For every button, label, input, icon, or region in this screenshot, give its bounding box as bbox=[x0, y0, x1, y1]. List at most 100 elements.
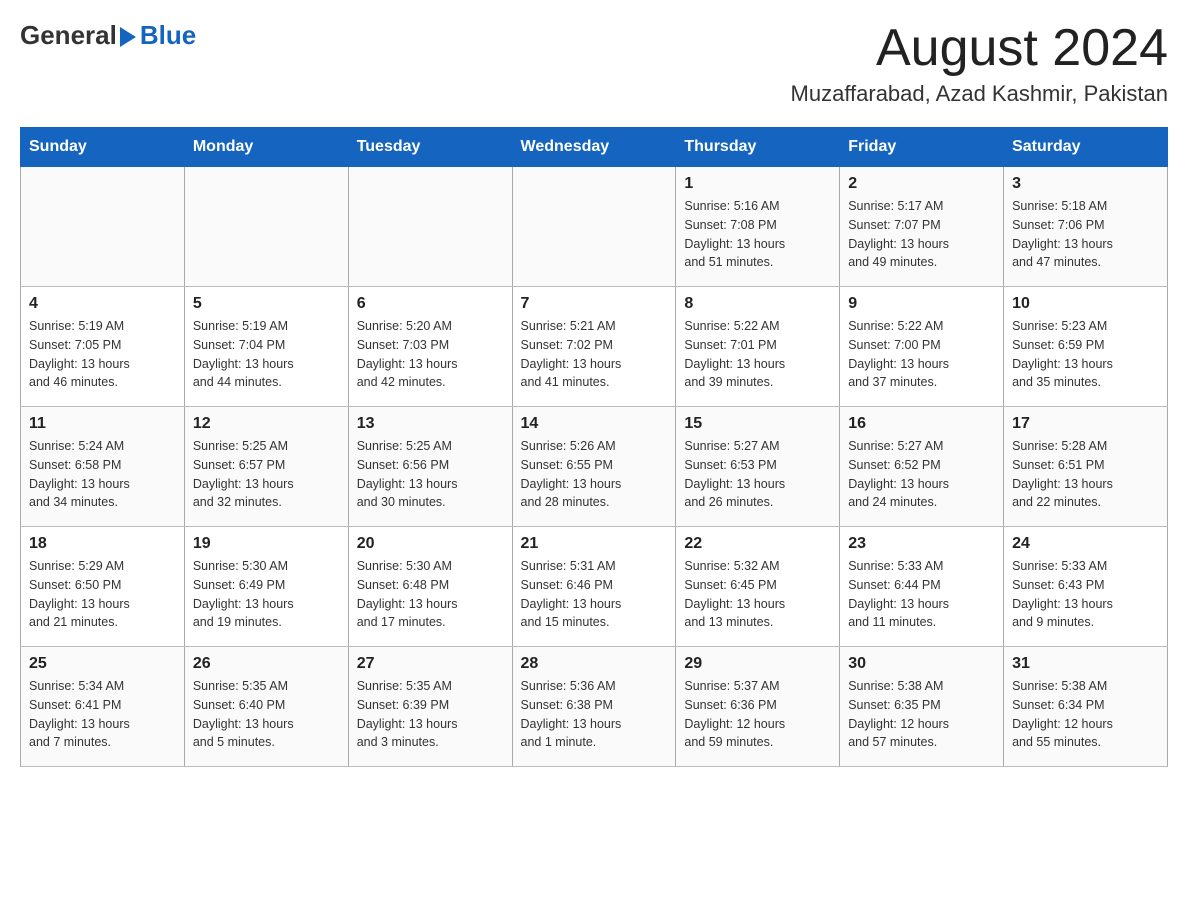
calendar-week-4: 18 Sunrise: 5:29 AM Sunset: 6:50 PM Dayli… bbox=[21, 527, 1168, 647]
day-info: Sunrise: 5:28 AM Sunset: 6:51 PM Dayligh… bbox=[1012, 437, 1159, 512]
day-info: Sunrise: 5:22 AM Sunset: 7:00 PM Dayligh… bbox=[848, 317, 995, 392]
weekday-header-tuesday: Tuesday bbox=[348, 128, 512, 167]
weekday-header-sunday: Sunday bbox=[21, 128, 185, 167]
day-info: Sunrise: 5:20 AM Sunset: 7:03 PM Dayligh… bbox=[357, 317, 504, 392]
page-title: August 2024 bbox=[791, 20, 1168, 77]
day-info: Sunrise: 5:19 AM Sunset: 7:04 PM Dayligh… bbox=[193, 317, 340, 392]
calendar-cell: 28Sunrise: 5:36 AM Sunset: 6:38 PM Dayli… bbox=[512, 647, 676, 767]
day-info: Sunrise: 5:31 AM Sunset: 6:46 PM Dayligh… bbox=[521, 557, 668, 632]
day-number: 18 bbox=[29, 535, 176, 553]
calendar-cell: 3 Sunrise: 5:18 AM Sunset: 7:06 PM Daylig… bbox=[1004, 167, 1168, 287]
day-info: Sunrise: 5:16 AM Sunset: 7:08 PM Dayligh… bbox=[684, 197, 831, 272]
day-info: Sunrise: 5:21 AM Sunset: 7:02 PM Dayligh… bbox=[521, 317, 668, 392]
day-info: Sunrise: 5:29 AM Sunset: 6:50 PM Dayligh… bbox=[29, 557, 176, 632]
day-number: 11 bbox=[29, 415, 176, 433]
weekday-header-thursday: Thursday bbox=[676, 128, 840, 167]
logo-blue: Blue bbox=[140, 20, 196, 50]
day-info: Sunrise: 5:37 AM Sunset: 6:36 PM Dayligh… bbox=[684, 677, 831, 752]
day-info: Sunrise: 5:34 AM Sunset: 6:41 PM Dayligh… bbox=[29, 677, 176, 752]
day-number: 1 bbox=[684, 175, 831, 193]
calendar-cell: 8 Sunrise: 5:22 AM Sunset: 7:01 PM Daylig… bbox=[676, 287, 840, 407]
calendar-cell: 4 Sunrise: 5:19 AM Sunset: 7:05 PM Daylig… bbox=[21, 287, 185, 407]
weekday-header-saturday: Saturday bbox=[1004, 128, 1168, 167]
calendar-cell bbox=[184, 167, 348, 287]
day-number: 12 bbox=[193, 415, 340, 433]
day-info: Sunrise: 5:35 AM Sunset: 6:40 PM Dayligh… bbox=[193, 677, 340, 752]
day-info: Sunrise: 5:30 AM Sunset: 6:49 PM Dayligh… bbox=[193, 557, 340, 632]
page-header: General Blue August 2024 Muzaffarabad, A… bbox=[20, 20, 1168, 107]
calendar-cell: 7 Sunrise: 5:21 AM Sunset: 7:02 PM Daylig… bbox=[512, 287, 676, 407]
day-info: Sunrise: 5:27 AM Sunset: 6:52 PM Dayligh… bbox=[848, 437, 995, 512]
calendar-cell: 2 Sunrise: 5:17 AM Sunset: 7:07 PM Daylig… bbox=[840, 167, 1004, 287]
day-number: 17 bbox=[1012, 415, 1159, 433]
calendar-cell bbox=[512, 167, 676, 287]
day-number: 3 bbox=[1012, 175, 1159, 193]
calendar-cell: 22Sunrise: 5:32 AM Sunset: 6:45 PM Dayli… bbox=[676, 527, 840, 647]
day-info: Sunrise: 5:18 AM Sunset: 7:06 PM Dayligh… bbox=[1012, 197, 1159, 272]
calendar-week-3: 11Sunrise: 5:24 AM Sunset: 6:58 PM Dayli… bbox=[21, 407, 1168, 527]
calendar-body: 1 Sunrise: 5:16 AM Sunset: 7:08 PM Daylig… bbox=[21, 167, 1168, 767]
calendar-cell: 5 Sunrise: 5:19 AM Sunset: 7:04 PM Daylig… bbox=[184, 287, 348, 407]
weekday-header-monday: Monday bbox=[184, 128, 348, 167]
calendar-cell bbox=[21, 167, 185, 287]
calendar-week-2: 4 Sunrise: 5:19 AM Sunset: 7:05 PM Daylig… bbox=[21, 287, 1168, 407]
day-number: 2 bbox=[848, 175, 995, 193]
calendar-cell: 26 Sunrise: 5:35 AM Sunset: 6:40 PM Dayli… bbox=[184, 647, 348, 767]
day-number: 7 bbox=[521, 295, 668, 313]
logo-arrow-top bbox=[120, 27, 136, 37]
day-number: 4 bbox=[29, 295, 176, 313]
day-number: 13 bbox=[357, 415, 504, 433]
day-info: Sunrise: 5:30 AM Sunset: 6:48 PM Dayligh… bbox=[357, 557, 504, 632]
calendar-cell: 14Sunrise: 5:26 AM Sunset: 6:55 PM Dayli… bbox=[512, 407, 676, 527]
day-number: 23 bbox=[848, 535, 995, 553]
day-info: Sunrise: 5:27 AM Sunset: 6:53 PM Dayligh… bbox=[684, 437, 831, 512]
calendar-cell: 19 Sunrise: 5:30 AM Sunset: 6:49 PM Dayli… bbox=[184, 527, 348, 647]
weekday-header-row: SundayMondayTuesdayWednesdayThursdayFrid… bbox=[21, 128, 1168, 167]
calendar-cell: 10 Sunrise: 5:23 AM Sunset: 6:59 PM Dayli… bbox=[1004, 287, 1168, 407]
calendar-header: SundayMondayTuesdayWednesdayThursdayFrid… bbox=[21, 128, 1168, 167]
day-number: 10 bbox=[1012, 295, 1159, 313]
day-info: Sunrise: 5:36 AM Sunset: 6:38 PM Dayligh… bbox=[521, 677, 668, 752]
day-info: Sunrise: 5:19 AM Sunset: 7:05 PM Dayligh… bbox=[29, 317, 176, 392]
day-number: 31 bbox=[1012, 655, 1159, 673]
calendar-cell: 18 Sunrise: 5:29 AM Sunset: 6:50 PM Dayli… bbox=[21, 527, 185, 647]
calendar-cell: 6Sunrise: 5:20 AM Sunset: 7:03 PM Daylig… bbox=[348, 287, 512, 407]
day-number: 9 bbox=[848, 295, 995, 313]
day-number: 15 bbox=[684, 415, 831, 433]
day-info: Sunrise: 5:23 AM Sunset: 6:59 PM Dayligh… bbox=[1012, 317, 1159, 392]
calendar-cell: 15 Sunrise: 5:27 AM Sunset: 6:53 PM Dayli… bbox=[676, 407, 840, 527]
weekday-header-friday: Friday bbox=[840, 128, 1004, 167]
title-block: August 2024 Muzaffarabad, Azad Kashmir, … bbox=[791, 20, 1168, 107]
calendar-cell: 16 Sunrise: 5:27 AM Sunset: 6:52 PM Dayli… bbox=[840, 407, 1004, 527]
day-number: 25 bbox=[29, 655, 176, 673]
calendar-cell: 1 Sunrise: 5:16 AM Sunset: 7:08 PM Daylig… bbox=[676, 167, 840, 287]
calendar-cell: 31 Sunrise: 5:38 AM Sunset: 6:34 PM Dayli… bbox=[1004, 647, 1168, 767]
day-number: 16 bbox=[848, 415, 995, 433]
day-info: Sunrise: 5:22 AM Sunset: 7:01 PM Dayligh… bbox=[684, 317, 831, 392]
day-info: Sunrise: 5:33 AM Sunset: 6:44 PM Dayligh… bbox=[848, 557, 995, 632]
weekday-header-wednesday: Wednesday bbox=[512, 128, 676, 167]
day-number: 14 bbox=[521, 415, 668, 433]
day-number: 5 bbox=[193, 295, 340, 313]
logo: General Blue bbox=[20, 20, 196, 51]
logo-general: General bbox=[20, 20, 117, 51]
calendar-cell: 21Sunrise: 5:31 AM Sunset: 6:46 PM Dayli… bbox=[512, 527, 676, 647]
day-number: 8 bbox=[684, 295, 831, 313]
day-info: Sunrise: 5:17 AM Sunset: 7:07 PM Dayligh… bbox=[848, 197, 995, 272]
day-number: 24 bbox=[1012, 535, 1159, 553]
calendar-week-1: 1 Sunrise: 5:16 AM Sunset: 7:08 PM Daylig… bbox=[21, 167, 1168, 287]
calendar-cell: 13Sunrise: 5:25 AM Sunset: 6:56 PM Dayli… bbox=[348, 407, 512, 527]
calendar-cell: 11Sunrise: 5:24 AM Sunset: 6:58 PM Dayli… bbox=[21, 407, 185, 527]
calendar-table: SundayMondayTuesdayWednesdayThursdayFrid… bbox=[20, 127, 1168, 767]
day-number: 19 bbox=[193, 535, 340, 553]
day-info: Sunrise: 5:25 AM Sunset: 6:57 PM Dayligh… bbox=[193, 437, 340, 512]
calendar-cell: 12 Sunrise: 5:25 AM Sunset: 6:57 PM Dayli… bbox=[184, 407, 348, 527]
calendar-cell: 17 Sunrise: 5:28 AM Sunset: 6:51 PM Dayli… bbox=[1004, 407, 1168, 527]
calendar-cell: 27Sunrise: 5:35 AM Sunset: 6:39 PM Dayli… bbox=[348, 647, 512, 767]
day-number: 20 bbox=[357, 535, 504, 553]
calendar-cell: 30Sunrise: 5:38 AM Sunset: 6:35 PM Dayli… bbox=[840, 647, 1004, 767]
day-info: Sunrise: 5:38 AM Sunset: 6:34 PM Dayligh… bbox=[1012, 677, 1159, 752]
calendar-cell: 23 Sunrise: 5:33 AM Sunset: 6:44 PM Dayli… bbox=[840, 527, 1004, 647]
day-number: 26 bbox=[193, 655, 340, 673]
calendar-cell: 29Sunrise: 5:37 AM Sunset: 6:36 PM Dayli… bbox=[676, 647, 840, 767]
